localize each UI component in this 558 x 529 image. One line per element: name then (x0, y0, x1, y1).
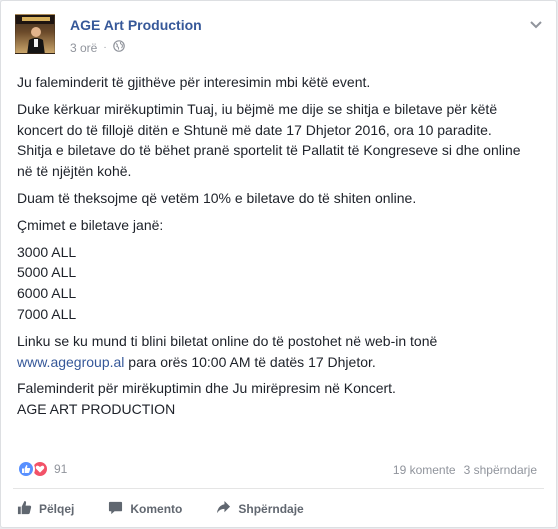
reactions-count: 91 (54, 462, 68, 476)
comment-button-label: Komento (130, 502, 183, 516)
post-actions: Pëlqej Komento Shpërndaje (17, 495, 304, 523)
share-button-label: Shpërndaje (238, 502, 304, 516)
meta-separator: · (103, 42, 107, 53)
closing-thanks: Faleminderit për mirëkuptimin dhe Ju mir… (17, 380, 396, 397)
price-item: 6000 ALL (17, 285, 77, 302)
paragraph-link: Linku se ku mund ti blini biletat online… (17, 331, 537, 373)
comment-icon (108, 500, 123, 518)
paragraph-online-share: Duam të theksojme që vetëm 10% e biletav… (17, 189, 417, 206)
shares-count[interactable]: 3 shpërndarje (464, 463, 537, 477)
share-button[interactable]: Shpërndaje (216, 500, 304, 518)
globe-icon (112, 40, 125, 55)
price-item: 5000 ALL (17, 264, 77, 281)
page-name-link[interactable]: AGE Art Production (70, 17, 202, 33)
engagement-counts: 19 komente 3 shpërndarje (393, 463, 537, 477)
post-card: AGE Art Production 3 orë · Ju faleminder… (0, 0, 557, 528)
paragraph-sale-block: Duke kërkuar mirëkuptimin Tuaj, iu bëjmë… (17, 99, 537, 182)
link-text-2: para orës 10:00 AM të datës 17 Dhjetor. (124, 353, 376, 370)
post-body: Ju faleminderit të gjithëve për interesi… (17, 72, 537, 420)
post-header: AGE Art Production 3 orë · (15, 14, 543, 64)
chevron-down-icon[interactable] (529, 17, 543, 29)
post-meta: 3 orë · (70, 40, 125, 55)
like-button-label: Pëlqej (39, 502, 75, 516)
link-text-1: Linku se ku mund ti blini biletat online… (17, 332, 438, 349)
like-button[interactable]: Pëlqej (17, 500, 74, 518)
paragraph-closing: Faleminderit për mirëkuptimin dhe Ju mir… (17, 378, 537, 420)
price-list: 3000 ALL 5000 ALL 6000 ALL 7000 ALL (17, 242, 537, 325)
price-item: 7000 ALL (17, 305, 77, 322)
paragraph-prices-heading: Çmimet e biletave janë: (17, 216, 164, 233)
actions-divider (13, 488, 544, 489)
comments-count[interactable]: 19 komente (393, 463, 456, 477)
website-link[interactable]: www.agegroup.al (17, 354, 124, 370)
comment-button[interactable]: Komento (108, 500, 182, 518)
paragraph-sale-location: Shitja e biletave do të bëhet pranë spor… (17, 142, 521, 180)
avatar[interactable] (15, 14, 55, 54)
post-timestamp[interactable]: 3 orë (70, 41, 97, 55)
paragraph-sale-start: Duke kërkuar mirëkuptimin Tuaj, iu bëjmë… (17, 100, 498, 138)
reactions-summary[interactable]: 91 (17, 460, 67, 478)
closing-signature: AGE ART PRODUCTION (17, 401, 176, 418)
share-icon (216, 500, 231, 518)
price-item: 3000 ALL (17, 243, 77, 260)
thumbs-up-icon (17, 500, 32, 518)
post-stats: 91 19 komente 3 shpërndarje (17, 460, 537, 482)
like-reaction-icon (17, 460, 35, 478)
paragraph-thanks: Ju faleminderit të gjithëve për interesi… (17, 74, 371, 90)
